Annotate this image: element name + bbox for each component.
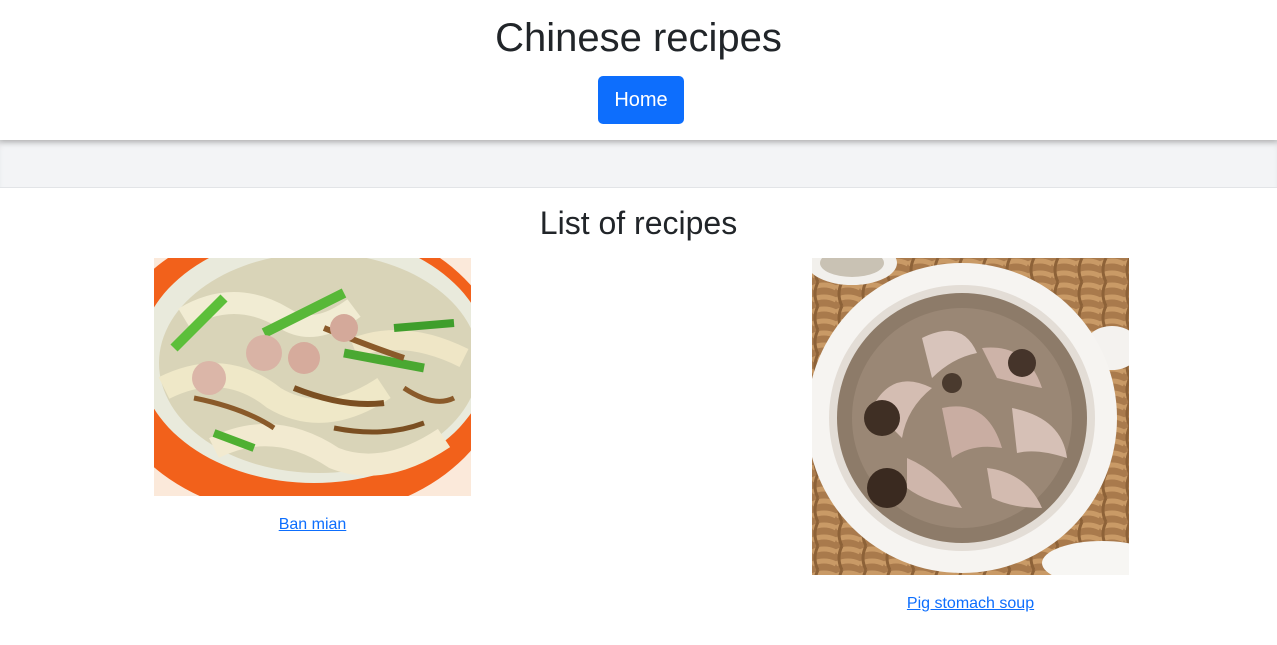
recipe-card-pig-stomach-soup: Pig stomach soup xyxy=(812,258,1129,613)
recipes-heading: List of recipes xyxy=(539,205,738,241)
pig-stomach-soup-photo[interactable] xyxy=(812,258,1129,575)
site-header: Chinese recipes Home xyxy=(0,0,1277,140)
recipe-link-ban-mian[interactable]: Ban mian xyxy=(279,516,347,534)
recipe-card-ban-mian: Ban mian xyxy=(154,258,471,534)
home-button[interactable]: Home xyxy=(598,76,684,124)
recipe-link-pig-stomach-soup[interactable]: Pig stomach soup xyxy=(907,595,1034,613)
site-title: Chinese recipes xyxy=(495,16,782,60)
header-divider-band xyxy=(0,140,1277,188)
ban-mian-photo[interactable] xyxy=(154,258,471,496)
